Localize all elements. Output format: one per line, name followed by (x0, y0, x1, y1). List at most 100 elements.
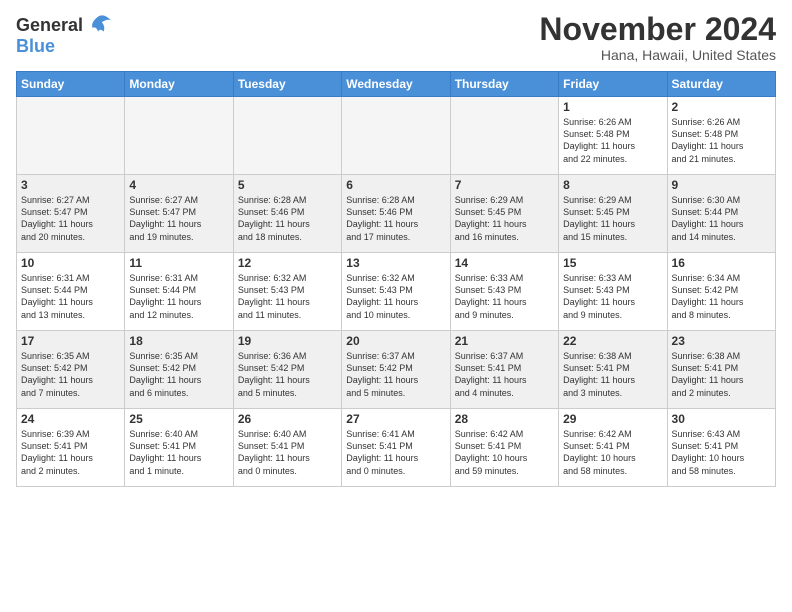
table-row (450, 97, 558, 175)
day-info: Sunrise: 6:31 AM Sunset: 5:44 PM Dayligh… (129, 272, 228, 321)
day-info: Sunrise: 6:40 AM Sunset: 5:41 PM Dayligh… (129, 428, 228, 477)
day-info: Sunrise: 6:41 AM Sunset: 5:41 PM Dayligh… (346, 428, 445, 477)
table-row: 15 Sunrise: 6:33 AM Sunset: 5:43 PM Dayli… (559, 253, 667, 331)
day-number: 17 (21, 334, 120, 348)
day-number: 18 (129, 334, 228, 348)
day-info: Sunrise: 6:38 AM Sunset: 5:41 PM Dayligh… (563, 350, 662, 399)
logo: General Blue (16, 12, 113, 57)
header-wednesday: Wednesday (342, 72, 450, 97)
header-saturday: Saturday (667, 72, 775, 97)
day-number: 7 (455, 178, 554, 192)
day-info: Sunrise: 6:37 AM Sunset: 5:42 PM Dayligh… (346, 350, 445, 399)
day-info: Sunrise: 6:27 AM Sunset: 5:47 PM Dayligh… (21, 194, 120, 243)
calendar-week-row: 24Sunrise: 6:39 AM Sunset: 5:41 PM Dayli… (17, 409, 776, 487)
table-row: 26 Sunrise: 6:40 AM Sunset: 5:41 PM Dayli… (233, 409, 341, 487)
logo-text-block: General Blue (16, 12, 113, 57)
day-info: Sunrise: 6:43 AM Sunset: 5:41 PM Dayligh… (672, 428, 771, 477)
day-number: 29 (563, 412, 662, 426)
day-info: Sunrise: 6:26 AM Sunset: 5:48 PM Dayligh… (672, 116, 771, 165)
day-number: 19 (238, 334, 337, 348)
day-number: 28 (455, 412, 554, 426)
day-info: Sunrise: 6:29 AM Sunset: 5:45 PM Dayligh… (563, 194, 662, 243)
table-row: 10 Sunrise: 6:31 AM Sunset: 5:44 PM Dayli… (17, 253, 125, 331)
day-number: 9 (672, 178, 771, 192)
calendar-table: Sunday Monday Tuesday Wednesday Thursday… (16, 71, 776, 487)
day-number: 1 (563, 100, 662, 114)
day-info: Sunrise: 6:29 AM Sunset: 5:45 PM Dayligh… (455, 194, 554, 243)
table-row: 3 Sunrise: 6:27 AM Sunset: 5:47 PM Daylig… (17, 175, 125, 253)
table-row: 5Sunrise: 6:28 AM Sunset: 5:46 PM Daylig… (233, 175, 341, 253)
table-row: 8 Sunrise: 6:29 AM Sunset: 5:45 PM Daylig… (559, 175, 667, 253)
day-number: 2 (672, 100, 771, 114)
day-number: 15 (563, 256, 662, 270)
day-number: 10 (21, 256, 120, 270)
day-info: Sunrise: 6:33 AM Sunset: 5:43 PM Dayligh… (563, 272, 662, 321)
day-number: 16 (672, 256, 771, 270)
day-number: 30 (672, 412, 771, 426)
day-info: Sunrise: 6:33 AM Sunset: 5:43 PM Dayligh… (455, 272, 554, 321)
header: General Blue November 2024 Hana, Hawaii,… (16, 12, 776, 63)
day-info: Sunrise: 6:35 AM Sunset: 5:42 PM Dayligh… (21, 350, 120, 399)
day-number: 8 (563, 178, 662, 192)
table-row (233, 97, 341, 175)
header-monday: Monday (125, 72, 233, 97)
day-info: Sunrise: 6:38 AM Sunset: 5:41 PM Dayligh… (672, 350, 771, 399)
header-sunday: Sunday (17, 72, 125, 97)
month-title: November 2024 (539, 12, 776, 47)
day-info: Sunrise: 6:30 AM Sunset: 5:44 PM Dayligh… (672, 194, 771, 243)
day-info: Sunrise: 6:28 AM Sunset: 5:46 PM Dayligh… (238, 194, 337, 243)
calendar-week-row: 17 Sunrise: 6:35 AM Sunset: 5:42 PM Dayli… (17, 331, 776, 409)
table-row: 9 Sunrise: 6:30 AM Sunset: 5:44 PM Daylig… (667, 175, 775, 253)
table-row: 7 Sunrise: 6:29 AM Sunset: 5:45 PM Daylig… (450, 175, 558, 253)
table-row: 20 Sunrise: 6:37 AM Sunset: 5:42 PM Dayli… (342, 331, 450, 409)
table-row: 21Sunrise: 6:37 AM Sunset: 5:41 PM Dayli… (450, 331, 558, 409)
table-row: 29 Sunrise: 6:42 AM Sunset: 5:41 PM Dayli… (559, 409, 667, 487)
table-row: 18 Sunrise: 6:35 AM Sunset: 5:42 PM Dayli… (125, 331, 233, 409)
header-tuesday: Tuesday (233, 72, 341, 97)
table-row: 23Sunrise: 6:38 AM Sunset: 5:41 PM Dayli… (667, 331, 775, 409)
day-info: Sunrise: 6:27 AM Sunset: 5:47 PM Dayligh… (129, 194, 228, 243)
table-row: 16 Sunrise: 6:34 AM Sunset: 5:42 PM Dayli… (667, 253, 775, 331)
table-row (342, 97, 450, 175)
table-row: 17 Sunrise: 6:35 AM Sunset: 5:42 PM Dayli… (17, 331, 125, 409)
day-info: Sunrise: 6:42 AM Sunset: 5:41 PM Dayligh… (563, 428, 662, 477)
day-number: 21 (455, 334, 554, 348)
day-number: 3 (21, 178, 120, 192)
header-friday: Friday (559, 72, 667, 97)
table-row: 1 Sunrise: 6:26 AM Sunset: 5:48 PM Daylig… (559, 97, 667, 175)
day-number: 27 (346, 412, 445, 426)
day-number: 6 (346, 178, 445, 192)
table-row: 30 Sunrise: 6:43 AM Sunset: 5:41 PM Dayli… (667, 409, 775, 487)
day-number: 22 (563, 334, 662, 348)
day-number: 20 (346, 334, 445, 348)
day-info: Sunrise: 6:32 AM Sunset: 5:43 PM Dayligh… (238, 272, 337, 321)
calendar-week-row: 10 Sunrise: 6:31 AM Sunset: 5:44 PM Dayli… (17, 253, 776, 331)
table-row (17, 97, 125, 175)
main-container: General Blue November 2024 Hana, Hawaii,… (0, 0, 792, 495)
day-number: 25 (129, 412, 228, 426)
day-number: 11 (129, 256, 228, 270)
day-info: Sunrise: 6:32 AM Sunset: 5:43 PM Dayligh… (346, 272, 445, 321)
logo-icon (85, 12, 113, 40)
logo-general: General (16, 16, 83, 36)
table-row: 25 Sunrise: 6:40 AM Sunset: 5:41 PM Dayli… (125, 409, 233, 487)
title-block: November 2024 Hana, Hawaii, United State… (539, 12, 776, 63)
header-thursday: Thursday (450, 72, 558, 97)
table-row: 24Sunrise: 6:39 AM Sunset: 5:41 PM Dayli… (17, 409, 125, 487)
table-row: 6Sunrise: 6:28 AM Sunset: 5:46 PM Daylig… (342, 175, 450, 253)
day-info: Sunrise: 6:40 AM Sunset: 5:41 PM Dayligh… (238, 428, 337, 477)
day-info: Sunrise: 6:26 AM Sunset: 5:48 PM Dayligh… (563, 116, 662, 165)
table-row: 13Sunrise: 6:32 AM Sunset: 5:43 PM Dayli… (342, 253, 450, 331)
table-row: 2 Sunrise: 6:26 AM Sunset: 5:48 PM Daylig… (667, 97, 775, 175)
table-row: 27 Sunrise: 6:41 AM Sunset: 5:41 PM Dayli… (342, 409, 450, 487)
table-row: 22 Sunrise: 6:38 AM Sunset: 5:41 PM Dayli… (559, 331, 667, 409)
day-info: Sunrise: 6:34 AM Sunset: 5:42 PM Dayligh… (672, 272, 771, 321)
day-number: 26 (238, 412, 337, 426)
table-row: 4Sunrise: 6:27 AM Sunset: 5:47 PM Daylig… (125, 175, 233, 253)
day-info: Sunrise: 6:35 AM Sunset: 5:42 PM Dayligh… (129, 350, 228, 399)
day-info: Sunrise: 6:42 AM Sunset: 5:41 PM Dayligh… (455, 428, 554, 477)
table-row: 14Sunrise: 6:33 AM Sunset: 5:43 PM Dayli… (450, 253, 558, 331)
location: Hana, Hawaii, United States (539, 47, 776, 63)
calendar-week-row: 3 Sunrise: 6:27 AM Sunset: 5:47 PM Daylig… (17, 175, 776, 253)
day-info: Sunrise: 6:31 AM Sunset: 5:44 PM Dayligh… (21, 272, 120, 321)
